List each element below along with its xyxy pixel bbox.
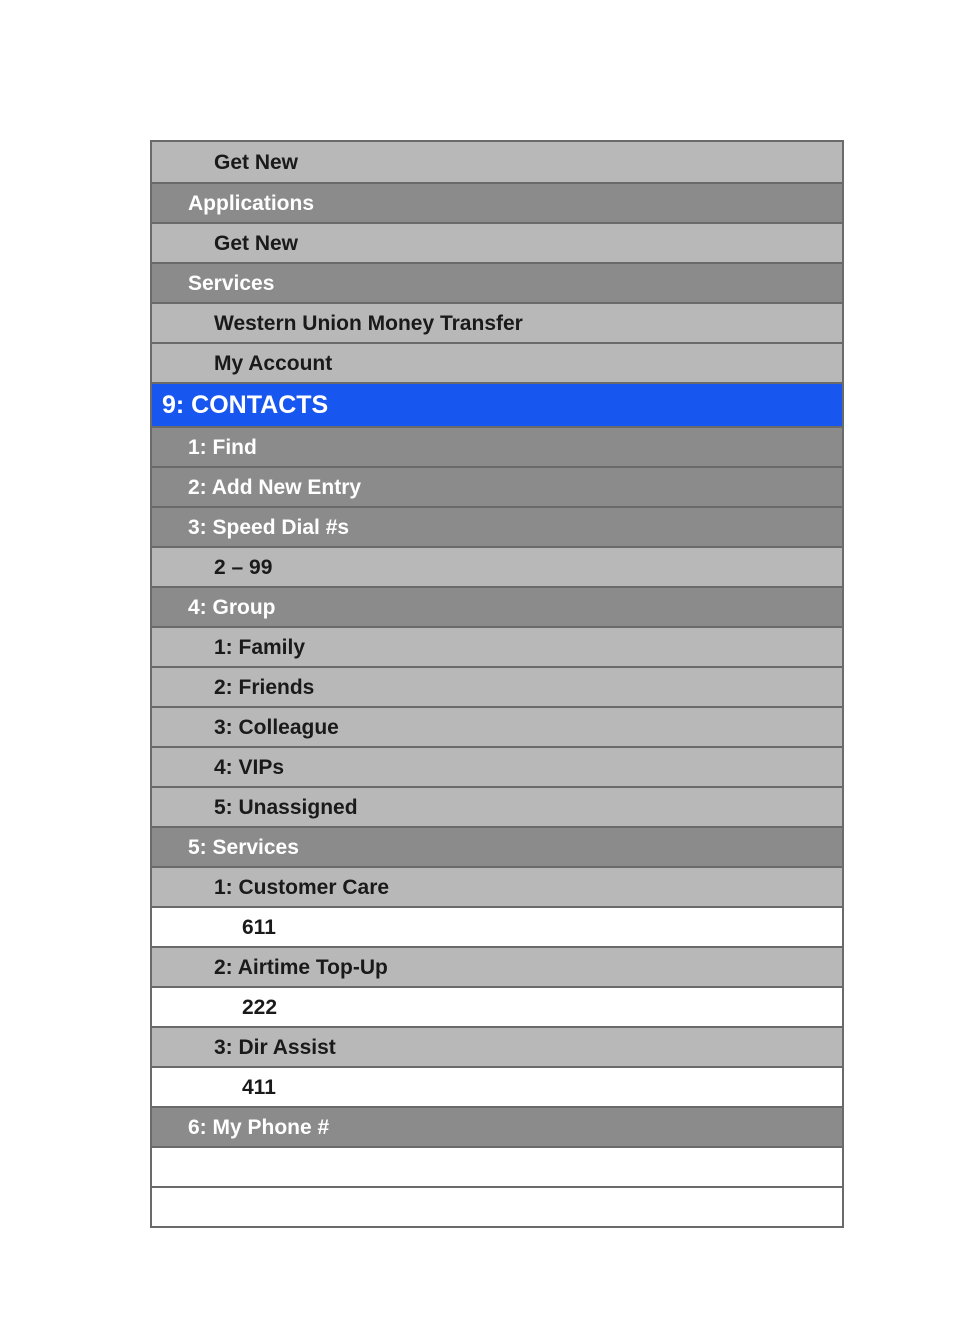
menu-item-label: 3: Colleague — [214, 717, 339, 738]
menu-item-get-new[interactable]: Get New — [152, 222, 842, 262]
menu-item-label: 2: Airtime Top-Up — [214, 957, 388, 978]
menu-item-friends[interactable]: 2: Friends — [152, 666, 842, 706]
menu-item-vips[interactable]: 4: VIPs — [152, 746, 842, 786]
menu-item-speed-dial[interactable]: 3: Speed Dial #s — [152, 506, 842, 546]
menu-item-label: 5: Services — [188, 837, 299, 858]
menu-item-label: 3: Dir Assist — [214, 1037, 336, 1058]
menu-item-group[interactable]: 4: Group — [152, 586, 842, 626]
menu-item-label: Western Union Money Transfer — [214, 313, 523, 334]
menu-item-customer-care-number: 611 — [152, 906, 842, 946]
menu-item-dir-assist-number: 411 — [152, 1066, 842, 1106]
menu-item-find[interactable]: 1: Find — [152, 426, 842, 466]
menu-item-label: Get New — [214, 152, 298, 173]
menu-item-colleague[interactable]: 3: Colleague — [152, 706, 842, 746]
menu-item-label: 2: Friends — [214, 677, 314, 698]
menu-tree-table: Get New Applications Get New Services We… — [150, 140, 844, 1228]
empty-row — [152, 1146, 842, 1186]
menu-item-get-new[interactable]: Get New — [152, 142, 842, 182]
menu-item-airtime-topup-number: 222 — [152, 986, 842, 1026]
menu-item-label: Applications — [188, 193, 314, 214]
menu-item-my-phone-number[interactable]: 6: My Phone # — [152, 1106, 842, 1146]
menu-item-contacts-services[interactable]: 5: Services — [152, 826, 842, 866]
menu-item-label: 5: Unassigned — [214, 797, 358, 818]
menu-item-label: 1: Customer Care — [214, 877, 389, 898]
menu-item-label: Services — [188, 273, 274, 294]
menu-item-label: 222 — [242, 997, 277, 1018]
empty-row — [152, 1186, 842, 1226]
menu-item-label: 611 — [242, 917, 276, 938]
menu-header-contacts[interactable]: 9: CONTACTS — [152, 382, 842, 426]
menu-item-label: 2: Add New Entry — [188, 477, 361, 498]
menu-item-western-union[interactable]: Western Union Money Transfer — [152, 302, 842, 342]
menu-item-speed-dial-range[interactable]: 2 – 99 — [152, 546, 842, 586]
menu-item-label: 411 — [242, 1077, 276, 1098]
menu-item-label: My Account — [214, 353, 332, 374]
menu-item-label: 4: VIPs — [214, 757, 284, 778]
menu-item-unassigned[interactable]: 5: Unassigned — [152, 786, 842, 826]
menu-item-family[interactable]: 1: Family — [152, 626, 842, 666]
menu-section-services[interactable]: Services — [152, 262, 842, 302]
menu-item-label: 2 – 99 — [214, 557, 272, 578]
menu-item-customer-care[interactable]: 1: Customer Care — [152, 866, 842, 906]
menu-item-label: 3: Speed Dial #s — [188, 517, 349, 538]
menu-item-add-new-entry[interactable]: 2: Add New Entry — [152, 466, 842, 506]
menu-item-label: 4: Group — [188, 597, 276, 618]
menu-header-label: 9: CONTACTS — [162, 393, 328, 418]
menu-item-label: Get New — [214, 233, 298, 254]
menu-item-label: 6: My Phone # — [188, 1117, 329, 1138]
menu-item-label: 1: Find — [188, 437, 257, 458]
menu-item-airtime-topup[interactable]: 2: Airtime Top-Up — [152, 946, 842, 986]
menu-item-dir-assist[interactable]: 3: Dir Assist — [152, 1026, 842, 1066]
menu-section-applications[interactable]: Applications — [152, 182, 842, 222]
menu-item-my-account[interactable]: My Account — [152, 342, 842, 382]
menu-item-label: 1: Family — [214, 637, 305, 658]
